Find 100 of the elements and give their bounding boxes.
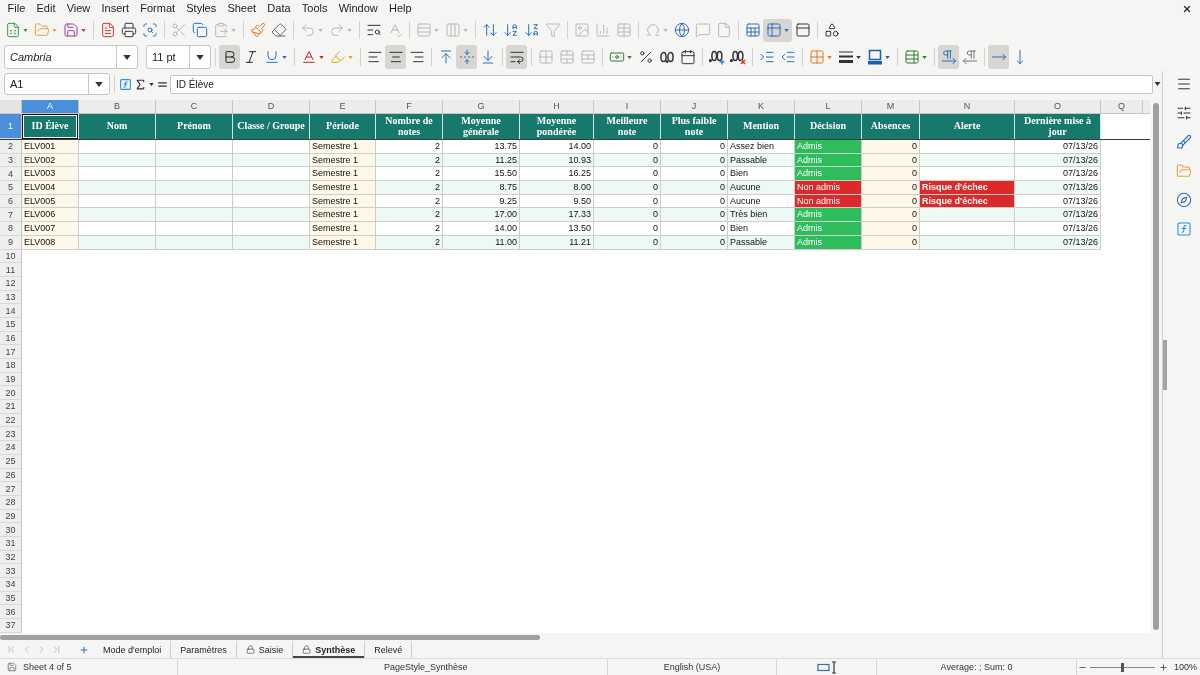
menu-item[interactable]: Window: [333, 0, 384, 17]
table-icon: [744, 22, 761, 38]
close-button[interactable]: [1182, 3, 1192, 14]
window-split-icon: [794, 22, 811, 38]
table-cell: Admis: [795, 167, 862, 182]
row-header[interactable]: 23: [0, 427, 22, 442]
row-header[interactable]: 4: [0, 167, 22, 182]
table-cell: 15.50: [443, 167, 520, 182]
scrollbar-thumb[interactable]: [1153, 103, 1159, 630]
row-header[interactable]: 30: [0, 523, 22, 537]
image-icon: [573, 22, 590, 38]
caret-icon: [1154, 82, 1161, 86]
row-header[interactable]: 36: [0, 605, 22, 620]
scissors-icon: [170, 22, 187, 38]
zoom-in-button[interactable]: [1158, 661, 1168, 673]
align-middle-button[interactable]: [456, 45, 477, 69]
row-header[interactable]: 21: [0, 400, 22, 414]
freeze-panes-button[interactable]: [763, 18, 792, 42]
left-to-right-button[interactable]: [938, 45, 959, 69]
table-cell: 0: [862, 167, 920, 182]
align-center-button[interactable]: [385, 45, 406, 69]
text-direction-horizontal-button[interactable]: [988, 45, 1009, 69]
caret-icon: [921, 55, 927, 59]
menu-item[interactable]: Format: [134, 0, 181, 17]
sheet-tab[interactable]: Saisie: [236, 641, 294, 658]
indent-increase-icon: [758, 49, 775, 65]
align-left-icon: [366, 49, 383, 65]
sort-descending-icon: [523, 22, 540, 38]
row-header[interactable]: 33: [0, 564, 22, 578]
table-cell: 2: [376, 208, 443, 223]
zoom-level-text: 100%: [1174, 662, 1198, 672]
header-cell: Meilleure note: [594, 114, 661, 139]
row-header[interactable]: 17: [0, 345, 22, 359]
menu-item[interactable]: Insert: [95, 0, 135, 17]
menu-item[interactable]: Edit: [30, 0, 62, 17]
zoom-slider-thumb[interactable]: [1121, 662, 1124, 672]
grid-icon: [808, 49, 825, 65]
row-header[interactable]: 34: [0, 578, 22, 592]
scrollbar-thumb[interactable]: [0, 634, 540, 640]
eraser-icon: [270, 22, 287, 38]
table-cell: 0: [862, 222, 920, 236]
row-header[interactable]: 11: [0, 263, 22, 277]
pilcrow-left-icon: [961, 49, 978, 65]
table-cell: 0: [594, 208, 661, 223]
row-header[interactable]: 14: [0, 304, 22, 318]
menu-item[interactable]: Help: [383, 0, 418, 17]
table-cell: 0: [862, 181, 920, 195]
compass-icon: [1175, 192, 1192, 208]
row-header[interactable]: 5: [0, 181, 22, 195]
menu-item[interactable]: Tools: [296, 0, 334, 17]
sheet-tab[interactable]: Mode d'emploi: [94, 641, 172, 658]
header-cell: Moyenne pondérée: [520, 114, 594, 139]
row-header[interactable]: 18: [0, 359, 22, 373]
font-name-field[interactable]: Cambria: [4, 45, 138, 69]
menu-item[interactable]: Data: [261, 0, 297, 17]
cell-reference-field[interactable]: A1: [4, 73, 110, 95]
wrap-text-button[interactable]: [506, 45, 527, 69]
caret-icon: [855, 55, 861, 59]
row-header[interactable]: 7: [0, 208, 22, 223]
table-cell: ELV006: [22, 208, 79, 223]
table-cell: 14.00: [443, 222, 520, 236]
menu-item[interactable]: File: [2, 0, 31, 17]
bold-button[interactable]: [219, 45, 240, 69]
header-cell: Plus faible note: [661, 114, 728, 139]
underline-icon: [263, 49, 280, 65]
redo-icon: [328, 22, 345, 38]
row-header[interactable]: 2: [0, 140, 22, 154]
table-icon: [615, 22, 632, 38]
sheet-tab[interactable]: Synthèse: [293, 641, 366, 658]
menu-item[interactable]: View: [61, 0, 96, 17]
align-center-icon: [387, 49, 404, 65]
table-cell: Semestre 1: [310, 167, 376, 182]
table-cell: Aucune: [728, 181, 795, 195]
sheet-tab[interactable]: Relevé: [365, 641, 413, 658]
funnel-icon: [544, 22, 561, 38]
menu-item[interactable]: Styles: [180, 0, 222, 17]
sidebar-handle[interactable]: [1163, 340, 1167, 390]
table-cell: 0: [594, 222, 661, 236]
pilcrow-right-icon: [940, 49, 957, 65]
row-header[interactable]: 37: [0, 619, 22, 633]
table-cell: 07/13/26: [1015, 181, 1101, 195]
formula-input-field[interactable]: ID Élève: [170, 74, 1153, 94]
folder-icon: [33, 22, 50, 38]
sort-ascending-icon: [502, 22, 519, 38]
align-middle-icon: [458, 49, 475, 65]
font-size-field[interactable]: 11 pt: [146, 45, 211, 69]
table-cell: 0: [661, 222, 728, 236]
header-cell: Classe / Groupe: [233, 114, 310, 139]
row-header[interactable]: 27: [0, 482, 22, 496]
search-icon: [365, 22, 382, 38]
row-header[interactable]: 8: [0, 222, 22, 236]
menu-item[interactable]: Sheet: [221, 0, 262, 17]
indent-decrease-icon: [779, 49, 796, 65]
grid-icon: [537, 49, 554, 65]
page-style-text: PageStyle_Synthèse: [384, 662, 468, 672]
table-cell: 8.00: [520, 181, 594, 195]
sheet-tab[interactable]: Paramètres: [171, 641, 237, 658]
row-header[interactable]: 24: [0, 441, 22, 455]
row-header[interactable]: 20: [0, 386, 22, 401]
banknote-icon: [608, 49, 625, 65]
